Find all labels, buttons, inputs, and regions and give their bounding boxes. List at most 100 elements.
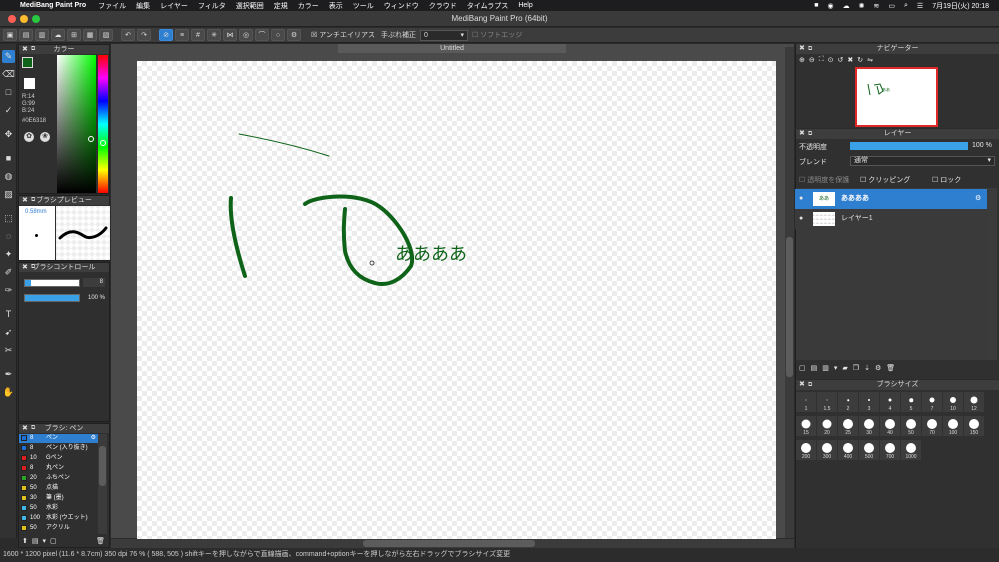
close-panel-icon[interactable]: ✖ xyxy=(22,45,28,54)
flip-icon[interactable]: ⇋ xyxy=(867,56,873,64)
brush-copy-icon[interactable]: ▢ xyxy=(50,537,57,547)
brush-size-preset[interactable]: 7 xyxy=(922,392,942,412)
brush-item[interactable]: 20 ふちペン xyxy=(19,474,98,483)
brush-size-preset[interactable]: 1000 xyxy=(901,440,921,460)
close-panel-icon[interactable]: ✖ xyxy=(22,196,28,205)
merge-down-icon[interactable]: ⇣ xyxy=(864,364,870,372)
brush-item[interactable]: 100 水彩 (ウエット) xyxy=(19,514,98,523)
protect-alpha-checkbox[interactable]: ☐ 透明度を保護 xyxy=(799,175,849,185)
delete-brush-icon[interactable]: 🗑 xyxy=(96,537,109,547)
saturation-value-picker[interactable] xyxy=(57,55,96,193)
menu-item[interactable]: ツール xyxy=(353,1,374,11)
foreground-color-swatch[interactable] xyxy=(22,57,33,68)
save-icon[interactable]: ▥ xyxy=(35,29,49,41)
redo-icon[interactable]: ↷ xyxy=(137,29,151,41)
control-center-icon[interactable]: ☰ xyxy=(917,2,923,10)
brush-size-preset[interactable]: 200 xyxy=(796,440,816,460)
page-icon[interactable]: ▦ xyxy=(83,29,97,41)
menubar-status-icon[interactable]: ■ xyxy=(814,2,818,9)
move-tool-icon[interactable]: ✥ xyxy=(2,128,15,141)
brush-size-preset[interactable]: 300 xyxy=(817,440,837,460)
operation-tool-icon[interactable]: ➹ xyxy=(2,326,15,339)
navigator-preview[interactable]: ああ xyxy=(855,67,938,127)
color-picker-cursor[interactable] xyxy=(88,136,94,142)
fit-icon[interactable]: ⛶ xyxy=(819,56,824,64)
brush-size-slider[interactable] xyxy=(24,279,80,287)
antialias-checkbox[interactable]: ☒ アンチエイリアス xyxy=(311,30,375,40)
layer-list-scrollbar[interactable] xyxy=(988,188,997,360)
menu-item[interactable]: 定規 xyxy=(274,1,288,11)
zoom-actual-icon[interactable]: ⊙ xyxy=(828,56,834,64)
brush-item[interactable]: 10 Gペン xyxy=(19,454,98,463)
close-panel-icon[interactable]: ✖ xyxy=(799,129,805,139)
wifi-icon[interactable]: ≋ xyxy=(873,2,879,10)
undo-icon[interactable]: ↶ xyxy=(121,29,135,41)
search-icon[interactable]: ⌕ xyxy=(904,2,908,10)
snap-off-icon[interactable]: ⊘ xyxy=(159,29,173,41)
snap-grid-icon[interactable]: # xyxy=(191,29,205,41)
menu-item[interactable]: ウィンドウ xyxy=(384,1,419,11)
close-panel-icon[interactable]: ✖ xyxy=(22,263,28,272)
select-rect-tool-icon[interactable]: ⬚ xyxy=(2,212,15,225)
lock-checkbox[interactable]: ☐ ロック xyxy=(932,175,961,185)
brush-item[interactable]: 8 ペン (入り抜き) xyxy=(19,444,98,453)
menu-item[interactable]: 表示 xyxy=(329,1,343,11)
brush-item[interactable]: 50 水彩 xyxy=(19,504,98,513)
magic-wand-tool-icon[interactable]: ✦ xyxy=(2,248,15,261)
drawing-canvas[interactable]: ああああ xyxy=(137,61,776,541)
hue-slider[interactable] xyxy=(98,55,108,193)
snap-parallel-icon[interactable]: ≡ xyxy=(175,29,189,41)
brush-size-preset[interactable]: 4 xyxy=(880,392,900,412)
brush-size-preset[interactable]: 12 xyxy=(964,392,984,412)
blend-select[interactable]: 通常 ▾ xyxy=(850,156,995,166)
hue-slider-cursor[interactable] xyxy=(100,140,106,146)
select-eraser-tool-icon[interactable]: ✑ xyxy=(2,284,15,297)
brush-page-icon[interactable]: ▤ xyxy=(32,537,39,547)
close-panel-icon[interactable]: ✖ xyxy=(22,424,28,433)
reset-rotate-icon[interactable]: ✖ xyxy=(847,56,853,64)
page-manager-icon[interactable]: ▧ xyxy=(99,29,113,41)
menu-item[interactable]: カラー xyxy=(298,1,319,11)
brush-item[interactable]: 8 丸ペン xyxy=(19,464,98,473)
eyedropper-tool-icon[interactable]: ✒ xyxy=(2,368,15,381)
secondary-color-swatch[interactable] xyxy=(24,78,35,89)
eye-icon[interactable]: ● xyxy=(799,189,803,209)
close-panel-icon[interactable]: ✖ xyxy=(799,380,805,390)
brush-size-preset[interactable]: 3 xyxy=(859,392,879,412)
brush-size-preset[interactable]: 100 xyxy=(943,416,963,436)
detach-panel-icon[interactable]: ⧉ xyxy=(31,424,35,433)
brush-item[interactable]: 8 ペン ⚙ xyxy=(19,434,98,443)
new-8bit-layer-icon[interactable]: ▥ xyxy=(822,364,829,372)
brush-menu-icon[interactable]: ▾ xyxy=(43,537,47,547)
document-tab[interactable]: Untitled xyxy=(338,44,566,53)
brush-item[interactable]: 50 点描 xyxy=(19,484,98,493)
select-tool-icon[interactable]: ✓ xyxy=(2,104,15,117)
app-name-menu[interactable]: MediBang Paint Pro xyxy=(20,2,86,9)
brush-size-preset[interactable]: 25 xyxy=(838,416,858,436)
brush-list-scrollbar[interactable] xyxy=(98,434,107,534)
new-halftone-layer-icon[interactable]: ▤ xyxy=(811,364,818,372)
text-tool-icon[interactable]: T xyxy=(2,308,15,321)
layer-row[interactable]: ● レイヤー1 xyxy=(795,209,987,229)
bucket-tool-icon[interactable]: ◍ xyxy=(2,170,15,183)
layer-property-icon[interactable]: ⚙ xyxy=(875,364,881,372)
rotate-left-icon[interactable]: ↺ xyxy=(838,56,844,64)
battery-icon[interactable]: ▭ xyxy=(888,2,895,10)
dot-tool-icon[interactable]: □ xyxy=(2,86,15,99)
brush-size-preset[interactable]: 2 xyxy=(838,392,858,412)
layer-row[interactable]: ● ああ ああああ ⚙ xyxy=(795,189,987,209)
brush-size-value[interactable]: 8 xyxy=(83,278,105,287)
detach-panel-icon[interactable]: ⧉ xyxy=(31,196,35,205)
menu-item[interactable]: 選択範囲 xyxy=(236,1,264,11)
brush-size-preset[interactable]: 1 xyxy=(796,392,816,412)
brush-size-preset[interactable]: 150 xyxy=(964,416,984,436)
eraser-tool-icon[interactable]: ⌫ xyxy=(2,68,15,81)
snap-ellipse-icon[interactable]: ○ xyxy=(271,29,285,41)
snap-curve-icon[interactable]: ⌒ xyxy=(255,29,269,41)
brush-size-preset[interactable]: 30 xyxy=(859,416,879,436)
brush-size-preset[interactable]: 20 xyxy=(817,416,837,436)
cloud-save-icon[interactable]: ☁ xyxy=(51,29,65,41)
share-icon[interactable]: ⊞ xyxy=(67,29,81,41)
cloud-icon[interactable]: ☁ xyxy=(843,2,850,10)
hand-tool-icon[interactable]: ✋ xyxy=(2,386,15,399)
